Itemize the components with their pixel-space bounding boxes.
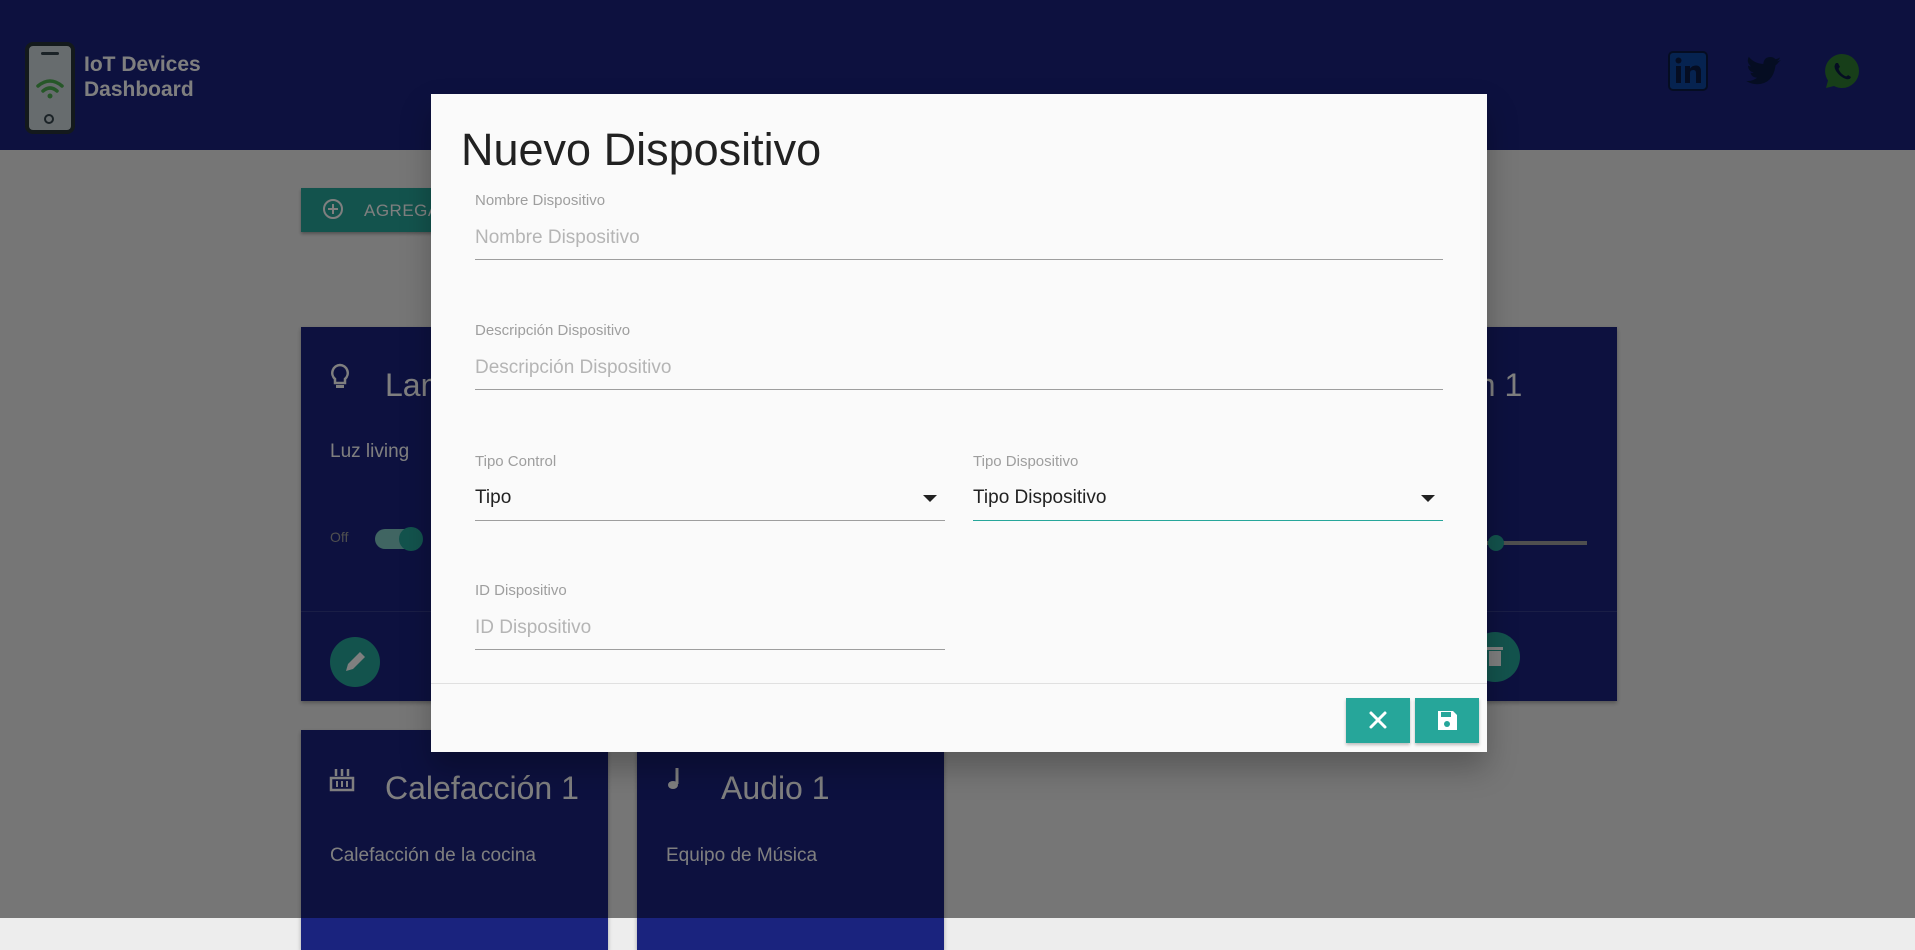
close-icon bbox=[1369, 711, 1387, 729]
modal-footer bbox=[431, 683, 1487, 753]
device-name-field: Nombre Dispositivo bbox=[475, 192, 1443, 262]
dropdown-caret-icon bbox=[1421, 495, 1435, 502]
control-type-value: Tipo bbox=[475, 487, 512, 508]
device-description-input[interactable] bbox=[475, 346, 1443, 390]
new-device-modal: Nuevo Dispositivo Nombre Dispositivo Des… bbox=[431, 94, 1487, 752]
device-type-label: Tipo Dispositivo bbox=[973, 453, 1079, 470]
control-type-label: Tipo Control bbox=[475, 453, 557, 470]
device-name-label: Nombre Dispositivo bbox=[475, 192, 606, 209]
device-id-field: ID Dispositivo bbox=[475, 582, 945, 652]
device-id-label: ID Dispositivo bbox=[475, 582, 567, 599]
device-description-field: Descripción Dispositivo bbox=[475, 322, 1443, 392]
modal-title: Nuevo Dispositivo bbox=[461, 124, 822, 175]
cancel-button[interactable] bbox=[1346, 698, 1410, 743]
save-icon bbox=[1438, 711, 1457, 730]
dropdown-caret-icon bbox=[923, 495, 937, 502]
device-type-select[interactable]: Tipo Dispositivo bbox=[973, 477, 1443, 521]
device-type-field: Tipo Dispositivo Tipo Dispositivo bbox=[973, 453, 1443, 523]
device-name-input[interactable] bbox=[475, 216, 1443, 260]
control-type-field: Tipo Control Tipo bbox=[475, 453, 945, 523]
device-type-value: Tipo Dispositivo bbox=[973, 487, 1107, 508]
save-button[interactable] bbox=[1415, 698, 1479, 743]
control-type-select[interactable]: Tipo bbox=[475, 477, 945, 521]
device-id-input[interactable] bbox=[475, 606, 945, 650]
device-description-label: Descripción Dispositivo bbox=[475, 322, 631, 339]
